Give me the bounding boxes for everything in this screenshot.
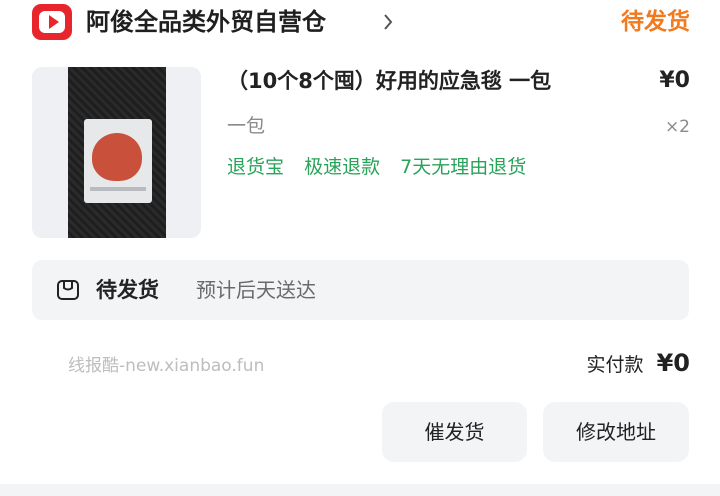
video-play-logo-icon[interactable] bbox=[32, 4, 72, 40]
product-package-image bbox=[84, 119, 152, 203]
product-quantity: ×2 bbox=[664, 117, 690, 137]
shipping-eta: 预计后天送达 bbox=[196, 278, 316, 302]
chevron-right-icon[interactable] bbox=[383, 12, 393, 32]
shop-name[interactable]: 阿俊全品类外贸自营仓 bbox=[86, 4, 326, 40]
order-status-badge: 待发货 bbox=[621, 9, 690, 35]
shop-header: 阿俊全品类外贸自营仓 待发货 bbox=[0, 0, 720, 50]
watermark: 线报酷-new.xianbao.fun bbox=[68, 356, 265, 376]
product-price: ¥0 bbox=[659, 68, 690, 93]
product-spec: 一包 bbox=[227, 115, 266, 137]
change-address-button[interactable]: 修改地址 bbox=[543, 402, 689, 462]
paid-amount: ¥0 bbox=[656, 349, 690, 377]
product-thumbnail[interactable] bbox=[32, 67, 201, 238]
bottom-divider bbox=[0, 484, 720, 496]
package-box-icon bbox=[57, 280, 79, 300]
service-tag-7day-return: 7天无理由退货 bbox=[400, 156, 527, 178]
shipping-status: 待发货 bbox=[96, 278, 159, 302]
service-tag-return-insurance: 退货宝 bbox=[227, 156, 285, 178]
shipping-status-panel[interactable]: 待发货 预计后天送达 bbox=[32, 260, 689, 320]
urge-shipping-button[interactable]: 催发货 bbox=[382, 402, 527, 462]
paid-label: 实付款 bbox=[586, 354, 644, 376]
service-tags: 退货宝 极速退款 7天无理由退货 bbox=[227, 153, 540, 181]
payment-summary: 实付款 ¥0 bbox=[586, 346, 690, 383]
service-tag-fast-refund: 极速退款 bbox=[304, 156, 381, 178]
product-title[interactable]: （10个8个囤）好用的应急毯 一包 bbox=[227, 64, 551, 98]
